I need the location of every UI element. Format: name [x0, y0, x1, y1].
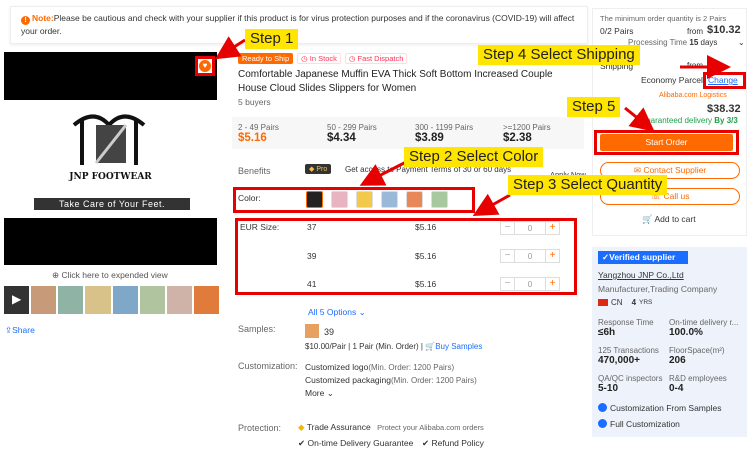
step1-arrow: [214, 36, 246, 60]
step5-label: Step 5: [567, 97, 621, 117]
annotation-arrows: [214, 36, 731, 216]
step3-arrow: [472, 193, 511, 216]
step4-label: Step 4 Select Shipping: [478, 45, 640, 65]
step2-label: Step 2 Select Color: [404, 147, 544, 167]
step1-label: Step 1: [245, 29, 299, 49]
step5-arrow: [624, 106, 655, 132]
step3-label: Step 3 Select Quantity: [508, 175, 668, 195]
